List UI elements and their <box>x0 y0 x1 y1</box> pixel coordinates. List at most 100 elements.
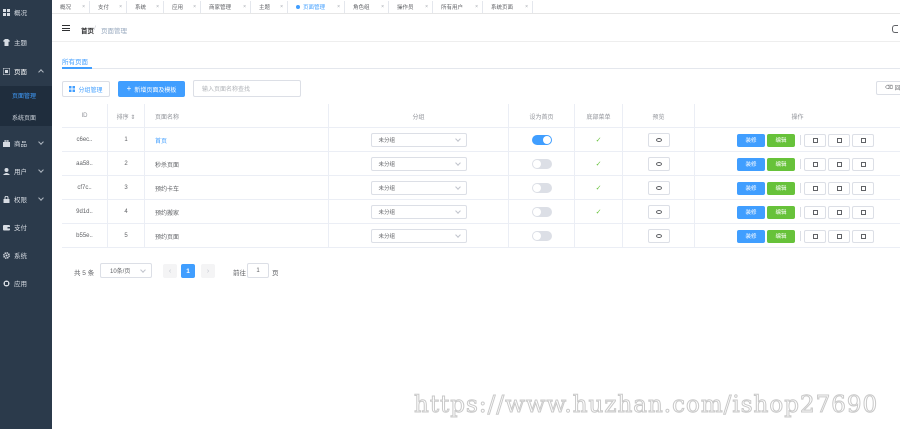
tag-merchant[interactable]: 商家管理 × <box>201 1 251 13</box>
recycle-button[interactable]: ⌫ 回 <box>876 81 900 95</box>
edit-button[interactable] <box>804 157 826 171</box>
recycle-label: 回 <box>894 86 900 92</box>
cell-ops: 装修 编辑 <box>695 152 900 176</box>
submenu-item-page-manage[interactable]: 页面管理 <box>0 88 52 102</box>
group-manage-button[interactable]: 分组管理 <box>62 81 110 97</box>
page-name[interactable]: 预约页面 <box>155 232 179 241</box>
sidebar-item-system[interactable]: 系统 <box>0 246 52 264</box>
tag-operator[interactable]: 操作员 × <box>389 1 433 13</box>
edit-button[interactable]: 编辑 <box>767 181 795 195</box>
copy-button[interactable] <box>828 181 850 195</box>
tag-overview[interactable]: 概况 × <box>52 1 90 13</box>
col-sort[interactable]: 排序 ⇕ <box>108 104 145 128</box>
page-number-current[interactable]: 1 <box>181 264 195 278</box>
edit-button[interactable] <box>804 205 826 219</box>
search-input[interactable]: 输入页面名称查找 <box>193 80 301 97</box>
page-size-select[interactable]: 10条/页 <box>100 263 152 278</box>
sidebar-item-page[interactable]: 页面 <box>0 62 52 80</box>
tag-all-users[interactable]: 所有用户 × <box>433 1 483 13</box>
set-home-switch[interactable] <box>531 207 552 217</box>
delete-button[interactable] <box>852 229 874 243</box>
close-icon[interactable]: × <box>82 4 85 10</box>
group-select[interactable]: 未分组 <box>370 133 467 147</box>
add-page-button[interactable]: + 新增页面及模板 <box>118 81 185 97</box>
hamburger-icon[interactable] <box>62 25 70 31</box>
design-button[interactable]: 装修 <box>737 133 765 147</box>
close-icon[interactable]: × <box>337 4 340 10</box>
copy-icon <box>836 233 842 239</box>
group-select[interactable]: 未分组 <box>370 229 467 243</box>
set-home-switch[interactable] <box>531 159 552 169</box>
edit-button[interactable]: 编辑 <box>767 205 795 219</box>
cell-group: 未分组 <box>329 176 509 200</box>
group-select[interactable]: 未分组 <box>370 181 467 195</box>
group-select[interactable]: 未分组 <box>370 157 467 171</box>
preview-button[interactable] <box>647 181 670 195</box>
close-icon[interactable]: × <box>280 4 283 10</box>
tag-app[interactable]: 应用 × <box>164 1 201 13</box>
copy-button[interactable] <box>828 157 850 171</box>
preview-button[interactable] <box>647 229 670 243</box>
page-name[interactable]: 秒杀页面 <box>155 160 179 169</box>
tag-payment[interactable]: 支付 × <box>90 1 127 13</box>
submenu-item-system-page[interactable]: 系统页面 <box>0 110 52 124</box>
design-button[interactable]: 装修 <box>737 229 765 243</box>
edit-button[interactable] <box>804 133 826 147</box>
delete-button[interactable] <box>852 205 874 219</box>
close-icon[interactable]: × <box>193 4 196 10</box>
set-home-switch[interactable] <box>531 135 552 145</box>
design-button[interactable]: 装修 <box>737 181 765 195</box>
user-menu-icon[interactable] <box>892 25 898 33</box>
preview-button[interactable] <box>647 157 670 171</box>
edit-button[interactable]: 编辑 <box>767 229 795 243</box>
tag-theme[interactable]: 主题 × <box>251 1 288 13</box>
close-icon[interactable]: × <box>156 4 159 10</box>
tag-page-manage[interactable]: 页面管理 × <box>288 1 345 13</box>
sidebar-item-goods[interactable]: 商品 <box>0 134 52 152</box>
design-button[interactable]: 装修 <box>737 205 765 219</box>
close-icon[interactable]: × <box>525 4 528 10</box>
sidebar-item-overview[interactable]: 概况 <box>0 3 52 21</box>
tag-system[interactable]: 系统 × <box>127 1 164 13</box>
set-home-switch[interactable] <box>531 231 552 241</box>
tag-system-page[interactable]: 系统页面 × <box>483 1 533 13</box>
design-button[interactable]: 装修 <box>737 157 765 171</box>
set-home-switch[interactable] <box>531 183 552 193</box>
edit-button[interactable]: 编辑 <box>767 133 795 147</box>
sidebar-item-theme[interactable]: 主题 <box>0 33 52 51</box>
preview-button[interactable] <box>647 205 670 219</box>
group-select-value: 未分组 <box>378 138 396 144</box>
breadcrumb-home[interactable]: 首页 <box>81 25 94 35</box>
next-page-button[interactable]: › <box>201 264 215 278</box>
sidebar-item-payment[interactable]: 支付 <box>0 218 52 236</box>
copy-button[interactable] <box>828 205 850 219</box>
delete-icon <box>860 161 866 167</box>
close-icon[interactable]: × <box>425 4 428 10</box>
close-icon[interactable]: × <box>243 4 246 10</box>
sidebar-item-permission[interactable]: 权限 <box>0 190 52 208</box>
copy-button[interactable] <box>828 229 850 243</box>
close-icon[interactable]: × <box>381 4 384 10</box>
edit-button[interactable] <box>804 229 826 243</box>
page-name[interactable]: 预约卡车 <box>155 184 179 193</box>
tab-all-pages[interactable]: 所有页面 <box>62 56 88 66</box>
prev-page-button[interactable]: ‹ <box>163 264 177 278</box>
edit-button[interactable] <box>804 181 826 195</box>
delete-button[interactable] <box>852 157 874 171</box>
delete-button[interactable] <box>852 181 874 195</box>
goto-page-input[interactable]: 1 <box>247 263 269 278</box>
page-name[interactable]: 预约搬家 <box>155 208 179 217</box>
sidebar-item-user[interactable]: 用户 <box>0 162 52 180</box>
sidebar-item-app[interactable]: 应用 <box>0 274 52 292</box>
preview-button[interactable] <box>647 133 670 147</box>
edit-button[interactable]: 编辑 <box>767 157 795 171</box>
cell-group: 未分组 <box>329 152 509 176</box>
close-icon[interactable]: × <box>119 4 122 10</box>
tag-label: 操作员 <box>397 5 414 11</box>
page-name[interactable]: 首页 <box>155 136 167 145</box>
copy-button[interactable] <box>828 133 850 147</box>
group-select[interactable]: 未分组 <box>370 205 467 219</box>
delete-button[interactable] <box>852 133 874 147</box>
tag-role[interactable]: 角色组 × <box>345 1 389 13</box>
close-icon[interactable]: × <box>475 4 478 10</box>
